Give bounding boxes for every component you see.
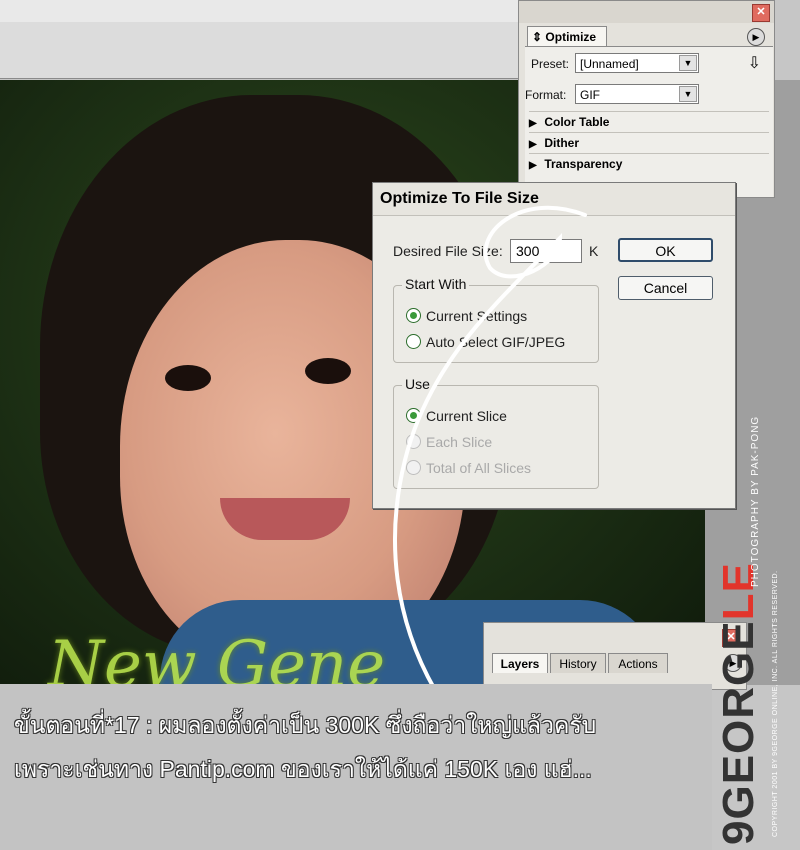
- brand-logo-main: 9GEORGE: [714, 620, 763, 845]
- caption-area: ขั้นตอนที่*17 : ผมลองตั้งค่าเป็น 300K ซึ…: [0, 684, 712, 850]
- caption-line-1: ขั้นตอนที่*17 : ผมลองตั้งค่าเป็น 300K ซึ…: [14, 712, 597, 738]
- photo-credit: PHOTOGRAPHY BY PAK-PONG: [750, 415, 761, 587]
- copyright-notice: COPYRIGHT 2001 BY 9GEORGE ONLINE, INC. A…: [772, 570, 779, 837]
- brand-logo: 9GEORGELE: [714, 562, 764, 845]
- caption-line-2: เพราะเช่นทาง Pantip.com ของเราให้ได้แค่ …: [14, 756, 592, 782]
